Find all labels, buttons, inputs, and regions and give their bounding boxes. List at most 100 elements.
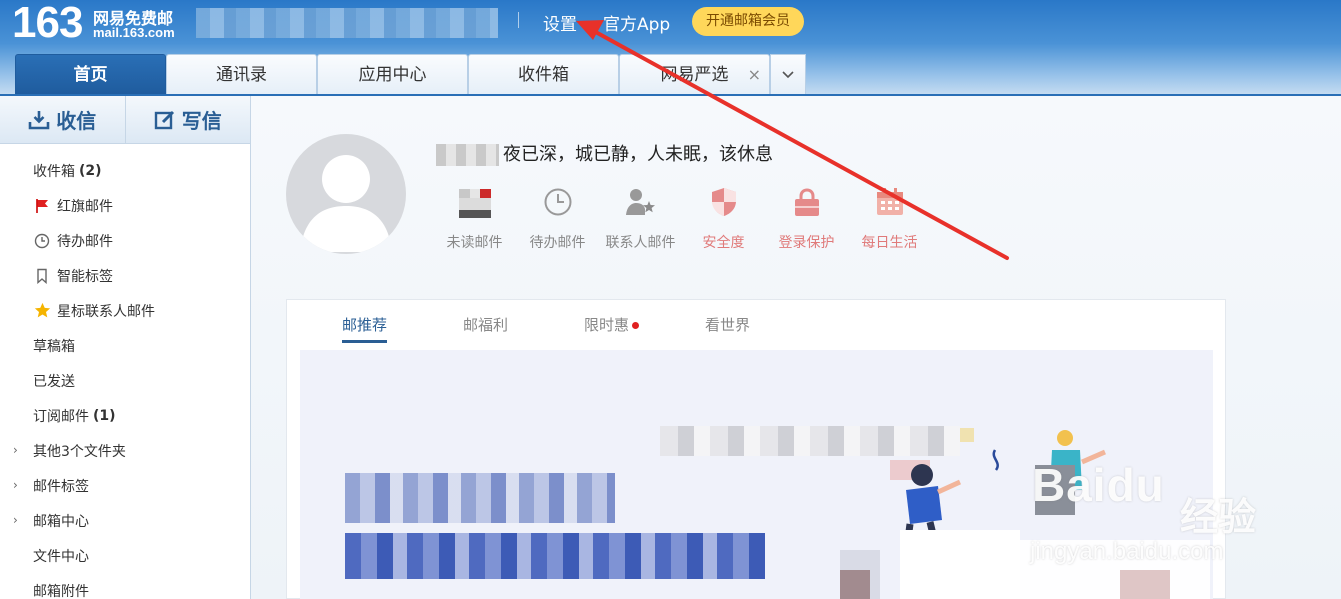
compose-label: 写信 [181,109,222,133]
feed-tab-label: 限时惠 [584,316,630,334]
folder-file-center[interactable]: 文件中心 [0,538,250,573]
banner-headline-blurred [345,533,765,579]
contact-star-icon [625,189,655,215]
tab-label: 首页 [73,65,108,85]
main-tabs: 首页 通讯录 应用中心 收件箱 网易严选 × [15,54,806,94]
official-app-link[interactable]: 官方App [603,10,670,35]
quick-security[interactable]: 安全度 [682,186,765,252]
edit-icon [154,110,174,129]
folder-label: 订阅邮件 [33,408,89,425]
quick-label: 未读邮件 [446,235,503,251]
clock-icon [33,232,51,250]
calendar-icon [876,188,903,215]
folder-mail-center[interactable]: › 邮箱中心 [0,503,250,538]
quick-label: 登录保护 [778,235,835,251]
folder-label: 星标联系人邮件 [57,303,155,320]
feed-tab-label: 邮推荐 [342,316,388,334]
logo-domain: mail.163.com [93,25,175,40]
chevron-right-icon[interactable]: › [13,513,18,527]
star-icon [33,302,51,320]
quick-daily-life[interactable]: 每日生活 [848,186,931,252]
folder-flagged[interactable]: 红旗邮件 [0,188,250,223]
avatar[interactable] [286,134,406,254]
folder-smart-tags[interactable]: 智能标签 [0,258,250,293]
quick-contacts[interactable]: 联系人邮件 [599,186,682,252]
clock-icon [544,188,571,216]
folder-label: 邮箱附件 [33,583,89,599]
quick-entries: 未读邮件 待办邮件 联系人邮件 安全度 登录保护 每日生活 [433,186,931,252]
chevron-right-icon[interactable]: › [13,478,18,492]
folder-label: 邮件标签 [33,478,89,495]
feed-tab-world[interactable]: 看世界 [705,314,826,343]
close-icon[interactable]: × [748,55,761,95]
folder-attachments[interactable]: 邮箱附件 [0,573,250,599]
tab-label: 应用中心 [358,65,427,85]
username-blurred [436,144,499,166]
folder-inbox[interactable]: 收件箱 (2) [0,153,250,188]
baidu-watermark: Baidu [1032,459,1165,511]
folder-label: 草稿箱 [33,338,75,355]
baidu-watermark-url: jingyan.baidu.com [1030,538,1224,565]
folder-starred-contacts[interactable]: 星标联系人邮件 [0,293,250,328]
compose-bar: 收信 写信 [0,96,250,144]
folder-label: 其他3个文件夹 [33,443,126,460]
vip-membership-button[interactable]: 开通邮箱会员 [692,7,804,36]
tab-yanxuan[interactable]: 网易严选 × [619,54,770,94]
chevron-down-icon [782,71,794,79]
quick-todo[interactable]: 待办邮件 [516,186,599,252]
tab-label: 网易严选 [660,65,729,85]
folder-drafts[interactable]: 草稿箱 [0,328,250,363]
lock-icon [794,188,819,216]
bookmark-icon [33,267,51,285]
feed-tab-recommend[interactable]: 邮推荐 [342,314,463,343]
quick-label: 待办邮件 [529,235,586,251]
receive-label: 收信 [56,109,97,133]
shield-icon [711,188,736,216]
folder-sent[interactable]: 已发送 [0,363,250,398]
main-content: 夜已深，城已静，人未眠，该休息 未读邮件 待办邮件 联系人邮件 安全度 登录保护… [251,96,1341,599]
feed-tab-limited-deals[interactable]: 限时惠 [584,314,705,343]
folder-subscriptions[interactable]: 订阅邮件 (1) [0,398,250,433]
feed-tab-label: 邮福利 [463,316,509,334]
tab-contacts[interactable]: 通讯录 [166,54,317,94]
greeting-text: 夜已深，城已静，人未眠，该休息 [503,144,773,165]
quick-label: 每日生活 [861,235,918,251]
feed-tab-benefits[interactable]: 邮福利 [463,314,584,343]
folder-label: 文件中心 [33,548,89,565]
unread-count: (1) [93,407,116,424]
tab-label: 收件箱 [518,65,569,85]
tab-home[interactable]: 首页 [15,54,166,94]
quick-unread[interactable]: 未读邮件 [433,186,516,252]
quick-label: 安全度 [702,235,745,251]
compose-button[interactable]: 写信 [124,96,251,143]
baidu-watermark-cn: 经验 [1180,495,1257,539]
quick-login-protection[interactable]: 登录保护 [765,186,848,252]
banner-subtitle-blurred [345,473,615,523]
folder-label: 红旗邮件 [57,198,113,215]
tab-inbox[interactable]: 收件箱 [468,54,619,94]
folder-label: 待办邮件 [57,233,113,250]
nav-divider [518,12,519,28]
tab-app-center[interactable]: 应用中心 [317,54,468,94]
logo-number[interactable]: 163 [12,0,83,46]
folder-todo[interactable]: 待办邮件 [0,223,250,258]
unread-count: (2) [79,162,102,179]
settings-link[interactable]: 设置 [543,10,577,35]
folder-label: 收件箱 [33,163,75,180]
quick-label: 联系人邮件 [605,235,676,251]
default-user-icon [300,155,392,252]
folder-other[interactable]: › 其他3个文件夹 [0,433,250,468]
folder-label: 已发送 [33,373,75,390]
unread-mail-icon [458,189,491,218]
chevron-right-icon[interactable]: › [13,443,18,457]
feed-tabs: 邮推荐 邮福利 限时惠 看世界 [342,314,826,343]
feed-tab-label: 看世界 [705,316,751,334]
folder-label: 智能标签 [57,268,113,285]
tab-label: 通讯录 [216,65,267,85]
new-dot-badge [632,322,640,329]
receive-button[interactable]: 收信 [0,96,125,143]
folder-mail-tags[interactable]: › 邮件标签 [0,468,250,503]
folder-list: 收件箱 (2) 红旗邮件 待办邮件 智能标签 星标联系人邮件 草稿箱 已发送 订阅… [0,144,250,599]
red-flag-icon [33,197,51,215]
tab-more-button[interactable] [770,54,806,94]
